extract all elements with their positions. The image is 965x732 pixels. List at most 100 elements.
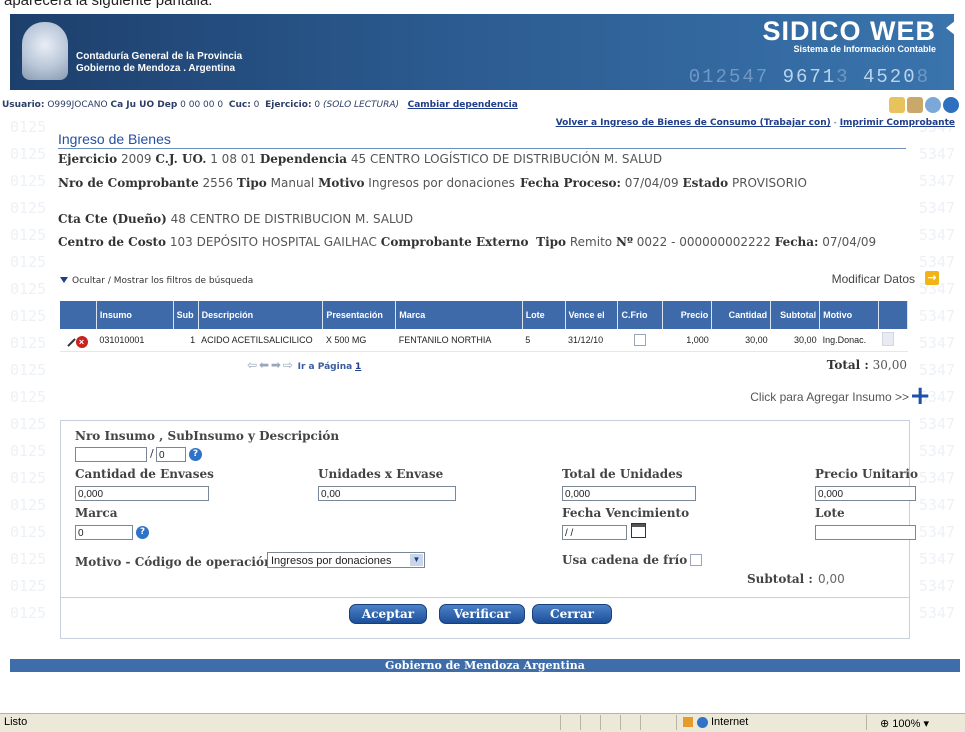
col-extra [878, 301, 908, 329]
first-page-icon[interactable]: ⇦ [247, 358, 257, 372]
edit-note-icon[interactable] [907, 97, 923, 113]
col-sub: Sub [173, 301, 199, 329]
print-receipt-link[interactable]: Imprimir Comprobante [840, 118, 955, 128]
help-icon[interactable]: ? [189, 448, 202, 461]
filters-toggle[interactable]: Ocultar / Mostrar los filtros de búsqued… [60, 276, 253, 286]
province-crest-icon [22, 22, 68, 80]
modify-arrow-icon[interactable]: → [925, 271, 939, 285]
back-to-list-link[interactable]: Volver a Ingreso de Bienes de Consumo (T… [556, 118, 831, 128]
total-unidades-label: Total de Unidades [562, 467, 683, 481]
col-descripcion: Descripción [198, 301, 324, 329]
cantidad-envases-label: Cantidad de Envases [75, 467, 214, 481]
items-table: Insumo Sub Descripción Presentación Marc… [60, 301, 908, 352]
close-button[interactable]: Cerrar [532, 604, 612, 624]
add-plus-icon[interactable]: + [909, 383, 931, 409]
caju-label: Ca Ju UO Dep [110, 100, 178, 110]
cadena-frio-label: Usa cadena de frío [562, 553, 688, 567]
organization-name: Contaduría General de la Provincia Gobie… [76, 51, 242, 75]
motivo-selected: Ingresos por donaciones [271, 555, 392, 567]
col-marca: Marca [395, 301, 523, 329]
cuc-value: 0 [253, 100, 260, 110]
subinsumo-input[interactable]: 0 [156, 447, 186, 462]
marca-label: Marca [75, 506, 118, 520]
info-row-2-right: Fecha Proceso: 07/04/09 Estado PROVISORI… [520, 176, 807, 190]
page-title: Ingreso de Bienes [58, 131, 906, 149]
verify-button[interactable]: Verificar [439, 604, 525, 624]
modify-data-label[interactable]: Modificar Datos [832, 272, 915, 286]
globe-icon [697, 716, 708, 728]
col-presentacion: Presentación [322, 301, 397, 329]
row-actions: × [60, 329, 97, 352]
document-icon [881, 332, 894, 346]
usuario-label: Usuario: [2, 100, 45, 110]
cell-subtotal: 30,00 [770, 329, 820, 352]
col-subtotal: Subtotal [770, 301, 821, 329]
cell-sub: 1 [173, 329, 199, 352]
precio-unitario-input[interactable]: 0,000 [815, 486, 916, 501]
col-cfrio: C.Frio [617, 301, 664, 329]
page-link[interactable]: 1 [355, 362, 361, 372]
zoom-level[interactable]: ⊕ 100% ▾ [880, 717, 929, 730]
app-brand-subtitle: Sistema de Información Contable [793, 44, 936, 54]
background-digits-left: 0125 0125 0125 0125 0125 0125 0125 0125 0125 0125… [10, 118, 47, 622]
usuario-value: O999JOCANO [47, 100, 108, 110]
page-caption: aparecerá la siguiente pantalla: [0, 0, 965, 14]
chevron-down-icon: ▼ [410, 554, 423, 566]
user-info-bar: Usuario: O999JOCANO Ca Ju UO Dep 0 00 00… [0, 96, 965, 114]
triangle-down-icon [60, 277, 68, 283]
home-icon[interactable] [889, 97, 905, 113]
help-icon[interactable]: ? [136, 526, 149, 539]
change-dependency-link[interactable]: Cambiar dependencia [408, 100, 518, 110]
table-row: × 031010001 1 ACIDO ACETILSALICILICO X 5… [60, 329, 908, 352]
banner-arrow-icon [946, 20, 954, 36]
cell-lote: 5 [522, 329, 566, 352]
cold-chain-checkbox[interactable] [634, 334, 647, 346]
header-links: Volver a Ingreso de Bienes de Consumo (T… [555, 118, 955, 128]
app-brand: SIDICO WEB [762, 16, 936, 46]
precio-unitario-label: Precio Unitario [815, 467, 918, 481]
last-page-icon[interactable]: ⇨ [283, 358, 293, 372]
col-cantidad: Cantidad [711, 301, 772, 329]
fecha-vencimiento-label: Fecha Vencimiento [562, 506, 690, 520]
pager: ⇦ ⬅ ➡ ⇨ Ir a Página 1 [247, 358, 361, 372]
accept-button[interactable]: Aceptar [349, 604, 427, 624]
col-motivo: Motivo [819, 301, 879, 329]
subtotal-label: Subtotal : [747, 572, 813, 586]
prev-page-icon[interactable]: ⬅ [259, 358, 269, 372]
cell-cfrio [617, 329, 663, 352]
cell-descripcion: ACIDO ACETILSALICILICO [198, 329, 323, 352]
col-insumo: Insumo [96, 301, 174, 329]
background-digits-right: 5347 5347 5347 5347 5347 5347 5347 5347 5347 5347… [918, 118, 955, 622]
org-line-1: Contaduría General de la Provincia [76, 51, 243, 62]
insumo-form: Nro Insumo , SubInsumo y Descripción / 0… [60, 420, 918, 599]
org-line-2: Gobierno de Mendoza . Argentina [76, 63, 236, 74]
delete-icon[interactable]: × [75, 335, 88, 348]
motivo-select[interactable]: Ingresos por donaciones ▼ [267, 552, 425, 568]
cell-presentacion: X 500 MG [322, 329, 396, 352]
marca-input[interactable]: 0 [75, 525, 133, 540]
insumo-input[interactable] [75, 447, 147, 462]
email-icon[interactable] [925, 97, 941, 113]
unidades-envase-input[interactable]: 0,00 [318, 486, 456, 501]
total-unidades-input[interactable]: 0,000 [562, 486, 696, 501]
add-insumo-label[interactable]: Click para Agregar Insumo >> [750, 390, 909, 404]
total-value: 30,00 [872, 358, 907, 372]
total: Total : 30,00 [826, 358, 907, 372]
security-lock-icon [683, 717, 693, 727]
lote-input[interactable] [815, 525, 916, 540]
footer: Gobierno de Mendoza Argentina [10, 659, 960, 672]
cell-extra [878, 329, 908, 352]
fecha-vencimiento-input[interactable]: / / [562, 525, 627, 540]
calendar-icon[interactable] [631, 523, 646, 538]
unidades-envase-label: Unidades x Envase [318, 467, 444, 481]
banner-digits: 012547 96713 45208 [688, 66, 930, 88]
edit-pencil-icon[interactable] [60, 330, 76, 347]
info-row-4: Centro de Costo 103 DEPÓSITO HOSPITAL GA… [58, 235, 877, 249]
power-icon[interactable] [943, 97, 959, 113]
cantidad-envases-input[interactable]: 0,000 [75, 486, 209, 501]
cell-insumo: 031010001 [96, 329, 174, 352]
next-page-icon[interactable]: ➡ [271, 358, 281, 372]
subtotal-value: 0,00 [818, 572, 845, 586]
cadena-frio-checkbox[interactable] [690, 554, 702, 566]
cell-precio: 1,000 [662, 329, 712, 352]
